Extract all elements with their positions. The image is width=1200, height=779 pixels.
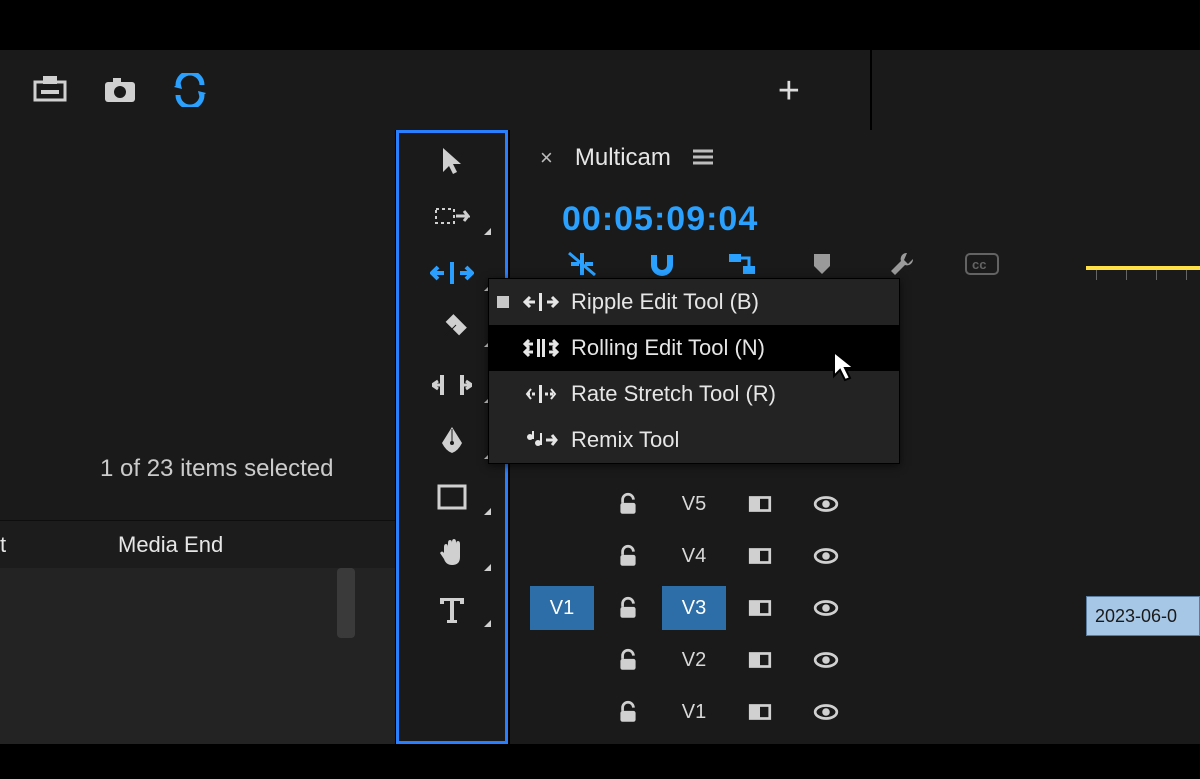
- track-v1[interactable]: V1: [530, 686, 1200, 738]
- captions-icon[interactable]: cc: [965, 250, 999, 278]
- source-patch[interactable]: [530, 482, 594, 526]
- lock-toggle[interactable]: [596, 586, 660, 630]
- track-label[interactable]: V4: [662, 534, 726, 578]
- sequence-tab-label[interactable]: Multicam: [575, 144, 671, 172]
- lock-toggle[interactable]: [596, 638, 660, 682]
- sync-lock-toggle[interactable]: [728, 482, 792, 526]
- snap-icon[interactable]: [645, 250, 679, 278]
- source-patch[interactable]: [530, 534, 594, 578]
- menu-item-ripple-edit[interactable]: Ripple Edit Tool (B): [489, 279, 899, 325]
- project-panel: 1 of 23 items selected t Media End: [0, 130, 395, 744]
- track-label[interactable]: V5: [662, 482, 726, 526]
- type-tool[interactable]: [399, 581, 505, 637]
- menu-item-label: Ripple Edit Tool (B): [571, 289, 759, 315]
- camera-icon[interactable]: [100, 70, 140, 110]
- scrollbar-thumb[interactable]: [337, 568, 355, 638]
- track-output-toggle[interactable]: [794, 638, 858, 682]
- track-v2[interactable]: V2: [530, 634, 1200, 686]
- selection-status: 1 of 23 items selected: [100, 455, 333, 483]
- panel-menu-icon[interactable]: [693, 145, 713, 171]
- linked-selection-icon[interactable]: [725, 250, 759, 278]
- menu-item-label: Rate Stretch Tool (R): [571, 381, 776, 407]
- menu-item-label: Rolling Edit Tool (N): [571, 335, 765, 361]
- hand-tool[interactable]: [399, 525, 505, 581]
- track-output-toggle[interactable]: [794, 586, 858, 630]
- marker-icon[interactable]: [805, 250, 839, 278]
- letterbox-bottom: [0, 744, 1200, 779]
- sync-lock-toggle[interactable]: [728, 638, 792, 682]
- rolling-icon: [521, 337, 561, 359]
- mouse-cursor: [832, 350, 858, 387]
- svg-text:cc: cc: [972, 257, 986, 272]
- lock-toggle[interactable]: [596, 482, 660, 526]
- rate-stretch-icon: [521, 383, 561, 405]
- source-patch[interactable]: [530, 690, 594, 734]
- track-output-toggle[interactable]: [794, 690, 858, 734]
- project-list[interactable]: [0, 568, 395, 768]
- sequence-tab-row: × Multicam: [540, 144, 713, 172]
- track-label[interactable]: V2: [662, 638, 726, 682]
- ripple-icon: [521, 291, 561, 313]
- track-label[interactable]: V1: [662, 690, 726, 734]
- timecode-display[interactable]: 00:05:09:04: [562, 200, 758, 239]
- toolbar-right: [870, 50, 1200, 132]
- timeline-options: cc: [565, 250, 999, 278]
- column-media-end[interactable]: Media End: [100, 532, 223, 558]
- add-icon[interactable]: +: [778, 70, 800, 113]
- selection-tool[interactable]: [399, 133, 505, 189]
- source-patch[interactable]: V1: [530, 586, 594, 630]
- timeline-clip[interactable]: 2023-06-0: [1086, 596, 1200, 636]
- track-v5[interactable]: V5: [530, 478, 1200, 530]
- menu-item-label: Remix Tool: [571, 427, 679, 453]
- tray-icon[interactable]: [30, 70, 70, 110]
- sync-lock-toggle[interactable]: [728, 586, 792, 630]
- selected-indicator: [497, 296, 509, 308]
- track-target[interactable]: V3: [662, 586, 726, 630]
- sync-lock-toggle[interactable]: [728, 534, 792, 578]
- lock-toggle[interactable]: [596, 534, 660, 578]
- sync-lock-toggle[interactable]: [728, 690, 792, 734]
- wrench-icon[interactable]: [885, 250, 919, 278]
- column-header-row: t Media End: [0, 520, 395, 570]
- menu-item-remix[interactable]: Remix Tool: [489, 417, 899, 463]
- track-output-toggle[interactable]: [794, 534, 858, 578]
- close-tab-icon[interactable]: ×: [540, 145, 553, 171]
- track-select-tool[interactable]: [399, 189, 505, 245]
- column-1[interactable]: t: [0, 532, 100, 558]
- remix-icon: [521, 429, 561, 451]
- insert-mode-icon[interactable]: [565, 250, 599, 278]
- lock-toggle[interactable]: [596, 690, 660, 734]
- rectangle-tool[interactable]: [399, 469, 505, 525]
- track-v4[interactable]: V4: [530, 530, 1200, 582]
- time-ruler[interactable]: [1086, 266, 1200, 290]
- sync-icon[interactable]: [170, 70, 210, 110]
- source-patch[interactable]: [530, 638, 594, 682]
- track-output-toggle[interactable]: [794, 482, 858, 526]
- top-toolbar: +: [0, 50, 870, 132]
